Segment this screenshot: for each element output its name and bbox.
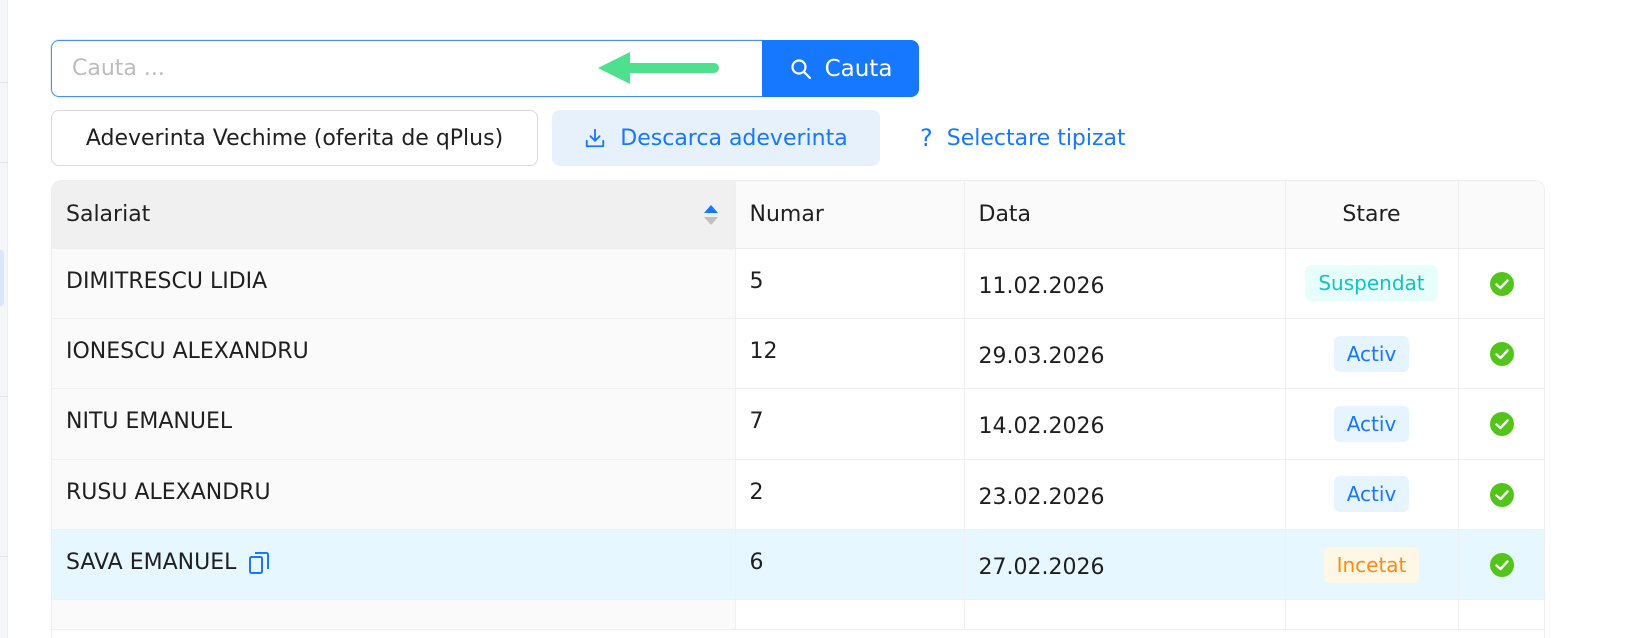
copy-icon[interactable] [248,551,270,575]
data-cell: 27.02.2026 [964,529,1286,601]
salariat-cell: NITU EMANUEL [66,409,233,435]
data-cell: 11.02.2026 [964,248,1286,319]
numar-cell: 12 [749,339,778,365]
numar-cell: 6 [749,550,764,576]
table-header-row: Salariat Numar Data Stare [52,181,1544,249]
search-button-label: Cauta [824,55,893,82]
table-row[interactable]: NITU EMANUEL 7 14.02.2026 Activ [52,388,1544,460]
question-icon: ? [920,124,933,152]
sidebar-edge [0,0,8,638]
table-row[interactable] [52,599,1544,631]
search-bar: Cauta [51,40,919,97]
salariat-cell: RUSU ALEXANDRU [66,479,271,505]
column-header-salariat[interactable]: Salariat [52,181,736,249]
selectare-label: Selectare tipizat [946,125,1126,151]
salariat-cell: SAVA EMANUEL [66,550,721,575]
data-cell: 23.02.2026 [964,459,1286,531]
table-row[interactable]: DIMITRESCU LIDIA 5 11.02.2026 Suspendat [52,248,1544,319]
sort-icon[interactable] [703,203,719,227]
selectare-tipizat-button[interactable]: ? Selectare tipizat [910,110,1136,166]
descarca-adeverinta-button[interactable]: Descarca adeverinta [552,110,880,166]
data-cell: 14.02.2026 [964,388,1286,460]
status-badge: Activ [1333,476,1410,513]
check-circle-icon [1490,553,1515,578]
numar-cell: 7 [749,409,764,435]
salariat-cell: IONESCU ALEXANDRU [66,339,309,365]
search-button[interactable]: Cauta [762,40,919,97]
check-circle-icon [1490,412,1515,437]
status-badge: Activ [1333,335,1410,372]
column-header-data[interactable]: Data [964,181,1286,249]
check-circle-icon [1490,271,1515,296]
table-row[interactable]: SAVA EMANUEL 6 27.02.2026 Incetat [52,529,1544,601]
sidebar-active-indicator [0,250,4,306]
numar-cell: 5 [749,268,764,294]
check-circle-icon [1490,482,1515,507]
table-row[interactable]: RUSU ALEXANDRU 2 23.02.2026 Activ [52,459,1544,531]
column-header-actions [1458,181,1544,249]
descarca-label: Descarca adeverinta [620,125,848,151]
page: Cauta Adeverinta Vechime (oferita de qPl… [0,0,1626,638]
numar-cell: 2 [749,479,764,505]
column-header-numar[interactable]: Numar [735,181,965,249]
salariat-cell: DIMITRESCU LIDIA [66,268,268,294]
check-circle-icon [1490,342,1515,367]
adeverinta-vechime-button[interactable]: Adeverinta Vechime (oferita de qPlus) [51,110,538,166]
download-icon [586,128,605,148]
search-icon [790,58,811,79]
status-badge: Incetat [1323,546,1420,583]
status-badge: Activ [1333,405,1410,442]
adeverinte-table: Salariat Numar Data Stare DIMITRESCU LID… [51,180,1545,638]
table-row[interactable]: IONESCU ALEXANDRU 12 29.03.2026 Activ [52,318,1544,390]
status-badge: Suspendat [1305,265,1438,302]
search-input[interactable] [51,40,762,97]
data-cell: 29.03.2026 [964,318,1286,390]
column-header-stare[interactable]: Stare [1285,181,1459,249]
